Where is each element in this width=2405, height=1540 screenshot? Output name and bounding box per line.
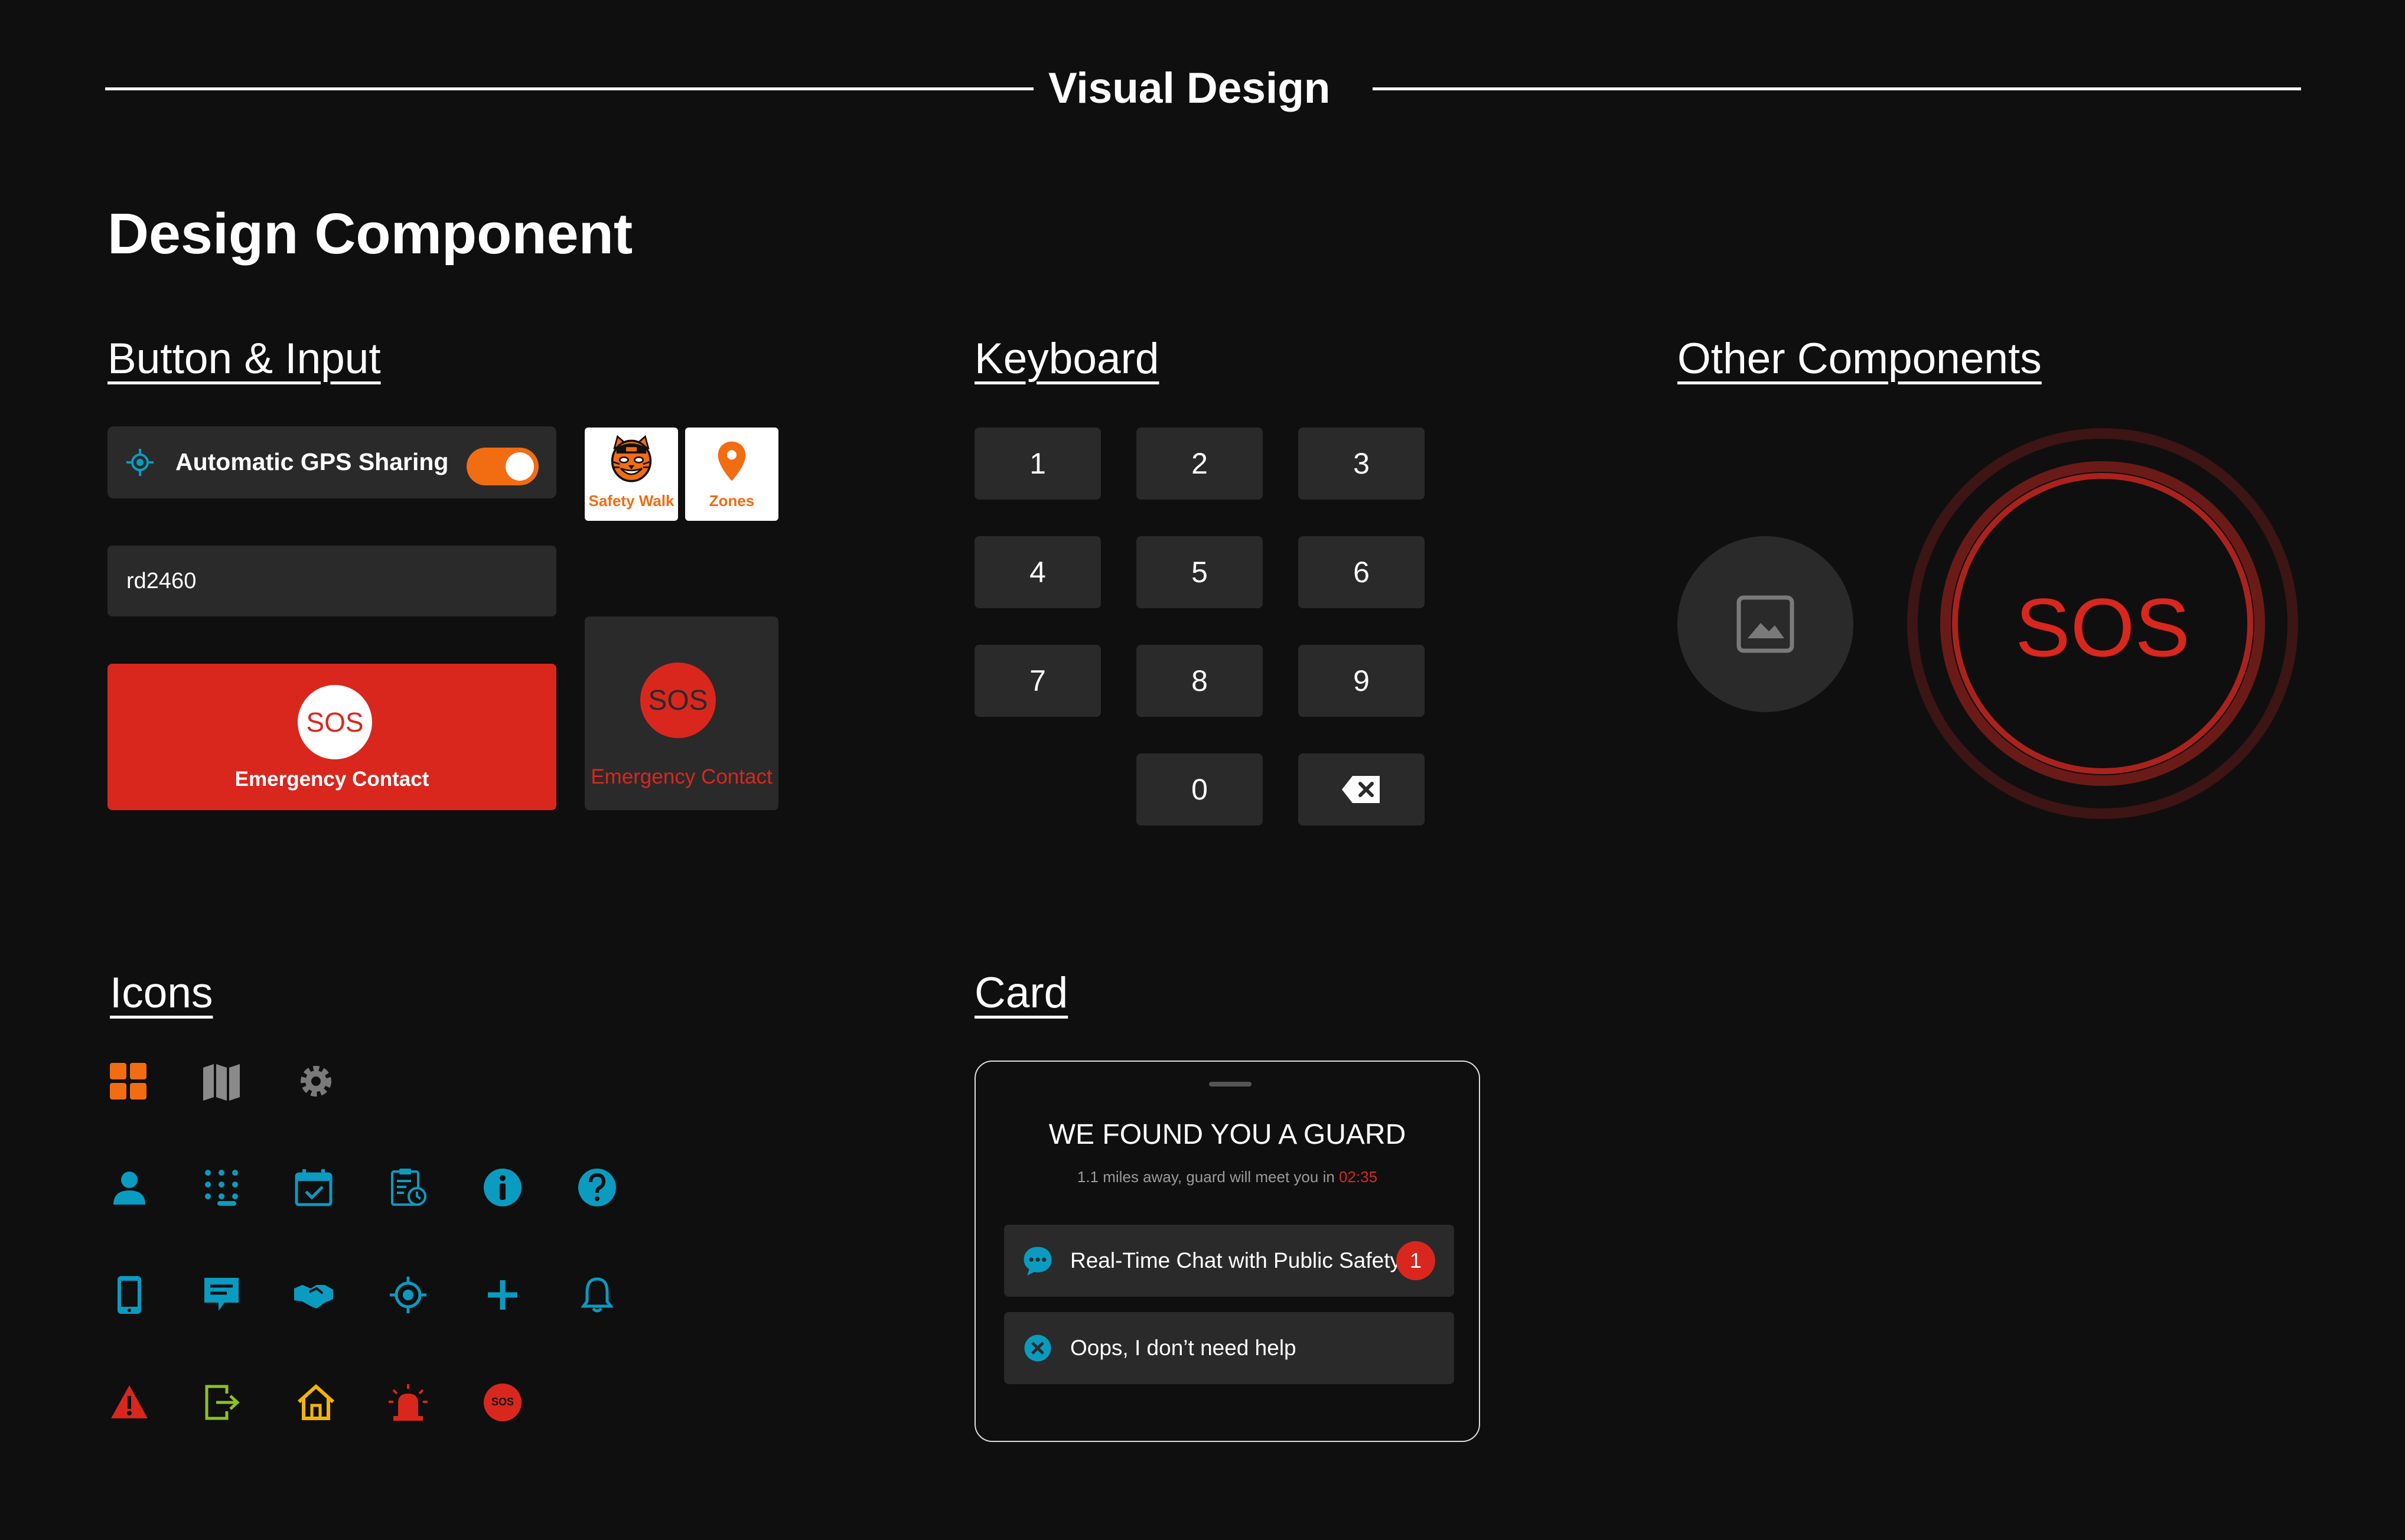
gear-icon <box>301 1066 331 1097</box>
zones-tile[interactable]: Zones <box>685 428 778 521</box>
key-7[interactable]: 7 <box>975 645 1101 717</box>
key-backspace[interactable] <box>1298 753 1425 826</box>
gps-target-icon <box>126 449 154 476</box>
gps-sharing-row[interactable]: Automatic GPS Sharing <box>107 426 556 498</box>
backspace-icon <box>1342 776 1380 803</box>
code-input[interactable] <box>107 546 556 616</box>
cancel-help-label: Oops, I don’t need help <box>1070 1336 1296 1360</box>
image-icon <box>1736 595 1794 653</box>
alarm-icon <box>389 1384 428 1421</box>
big-sos-label: SOS <box>2015 581 2190 674</box>
info-icon <box>484 1169 522 1206</box>
exit-icon <box>205 1385 240 1420</box>
user-icon <box>113 1172 145 1205</box>
bell-icon <box>581 1277 614 1313</box>
emergency-contact-label: Emergency Contact <box>234 768 429 791</box>
key-3[interactable]: 3 <box>1298 428 1425 500</box>
image-placeholder[interactable] <box>1677 536 1853 712</box>
card-title: WE FOUND YOU A GUARD <box>1048 1119 1406 1150</box>
warning-icon <box>111 1385 148 1418</box>
sos-icon-label: SOS <box>491 1396 514 1408</box>
header-rule-left <box>105 87 1034 90</box>
chat-unread-badge: 1 <box>1396 1241 1435 1280</box>
phone-icon <box>118 1276 141 1314</box>
key-2[interactable]: 2 <box>1136 428 1263 500</box>
card-subtitle-text: 1.1 miles away, guard will meet you in <box>1077 1168 1335 1186</box>
toggle-knob <box>506 452 534 481</box>
zones-label: Zones <box>709 492 755 510</box>
chat-public-safety-label: Real-Time Chat with Public Safety <box>1070 1248 1402 1273</box>
section-title-button-input: Button & Input <box>107 335 381 383</box>
clipboard-clock-icon <box>391 1169 426 1206</box>
sos-badge: SOS <box>298 685 372 759</box>
card-timer: 02:35 <box>1339 1168 1378 1186</box>
cancel-circle-icon <box>1024 1335 1051 1362</box>
plus-icon <box>488 1280 517 1310</box>
key-4[interactable]: 4 <box>975 536 1101 608</box>
big-sos-button[interactable]: SOS <box>1907 428 2299 820</box>
section-title-keyboard: Keyboard <box>975 335 1159 383</box>
key-1[interactable]: 1 <box>975 428 1101 500</box>
key-8[interactable]: 8 <box>1136 645 1263 717</box>
sos-icon: SOS <box>482 1382 523 1423</box>
sos-badge-dark: SOS <box>640 663 716 738</box>
handshake-icon <box>294 1285 333 1309</box>
header-rule-right <box>1373 87 2301 90</box>
key-0[interactable]: 0 <box>1136 753 1263 826</box>
emergency-contact-button[interactable]: SOS Emergency Contact <box>107 664 556 810</box>
emergency-contact-button-dark[interactable]: SOS Emergency Contact <box>585 616 778 810</box>
key-5[interactable]: 5 <box>1136 536 1263 608</box>
keypad-icon <box>205 1170 238 1206</box>
chat-public-safety-button[interactable]: Real-Time Chat with Public Safety 1 <box>1004 1225 1454 1297</box>
message-icon <box>204 1278 239 1311</box>
section-title-other: Other Components <box>1677 335 2042 383</box>
home-icon <box>297 1384 335 1420</box>
gps-target-icon <box>390 1277 426 1313</box>
header-title: Visual Design <box>1048 64 1331 112</box>
tiger-mascot-icon <box>611 435 652 482</box>
gps-sharing-toggle[interactable] <box>467 448 539 485</box>
calendar-check-icon <box>295 1169 333 1206</box>
gps-sharing-label: Automatic GPS Sharing <box>175 448 449 475</box>
page-title: Design Component <box>107 201 633 266</box>
safety-walk-tile[interactable]: Safety Walk <box>585 428 678 521</box>
cancel-help-button[interactable]: Oops, I don’t need help <box>1004 1312 1454 1384</box>
card-grabber[interactable] <box>1209 1082 1252 1087</box>
safety-walk-label: Safety Walk <box>588 492 674 510</box>
grid-icon <box>110 1063 146 1099</box>
card-subtitle: 1.1 miles away, guard will meet you in 0… <box>976 1168 1479 1186</box>
section-title-icons: Icons <box>110 969 213 1017</box>
emergency-contact-label-dark: Emergency Contact <box>591 765 773 788</box>
section-title-card: Card <box>975 969 1068 1017</box>
location-pin-icon <box>718 441 746 481</box>
chat-bubble-icon <box>1024 1247 1052 1276</box>
help-icon <box>578 1169 616 1206</box>
key-9[interactable]: 9 <box>1298 645 1425 717</box>
guard-found-card: WE FOUND YOU A GUARD 1.1 miles away, gua… <box>975 1061 1480 1442</box>
map-icon <box>203 1064 240 1101</box>
key-6[interactable]: 6 <box>1298 536 1425 608</box>
